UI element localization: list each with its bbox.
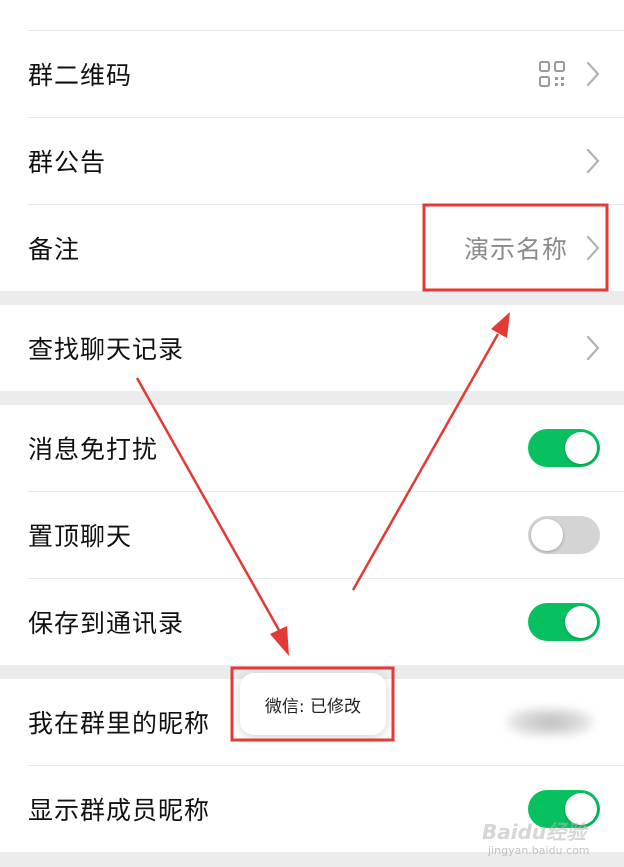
- remark-label: 备注: [28, 235, 81, 264]
- save-contacts-toggle[interactable]: [528, 603, 600, 641]
- watermark-logo: Baidu经验: [482, 820, 587, 844]
- show-nicknames-label: 显示群成员昵称: [28, 796, 211, 825]
- group-notice-row[interactable]: 群公告: [0, 118, 624, 204]
- mute-row: 消息免打扰: [0, 405, 624, 491]
- pin-chat-label: 置顶聊天: [28, 522, 133, 551]
- search-history-row[interactable]: 查找聊天记录: [0, 305, 624, 391]
- toast-message: 微信: 已修改: [240, 673, 386, 735]
- pin-chat-toggle[interactable]: [528, 516, 600, 554]
- remark-row[interactable]: 备注 演示名称: [0, 205, 624, 291]
- section-gap: [0, 391, 624, 405]
- toggle-knob: [565, 606, 597, 638]
- blurred-nickname-value: [506, 707, 594, 737]
- mute-label: 消息免打扰: [28, 435, 159, 464]
- mute-toggle[interactable]: [528, 429, 600, 467]
- chevron-right-icon: [586, 148, 600, 174]
- chevron-right-icon: [586, 335, 600, 361]
- pin-chat-row: 置顶聊天: [0, 492, 624, 578]
- group-qrcode-row[interactable]: 群二维码: [0, 31, 624, 117]
- watermark-url: jingyan.baidu.com: [488, 844, 590, 857]
- toast-text: 微信: 已修改: [264, 696, 362, 717]
- section-gap: [0, 291, 624, 305]
- baidu-jingyan-watermark: Baidu经验 jingyan.baidu.com: [478, 810, 618, 862]
- search-history-label: 查找聊天记录: [28, 335, 185, 364]
- remark-value: 演示名称: [463, 235, 568, 264]
- save-contacts-row: 保存到通讯录: [0, 579, 624, 665]
- toggle-knob: [531, 519, 563, 551]
- group-notice-label: 群公告: [28, 148, 107, 177]
- save-contacts-label: 保存到通讯录: [28, 609, 185, 638]
- chevron-right-icon: [586, 235, 600, 261]
- chevron-right-icon: [586, 61, 600, 87]
- qr-code-icon: [538, 60, 566, 88]
- group-qrcode-label: 群二维码: [28, 61, 133, 90]
- toggle-knob: [565, 432, 597, 464]
- my-nickname-label: 我在群里的昵称: [28, 709, 211, 738]
